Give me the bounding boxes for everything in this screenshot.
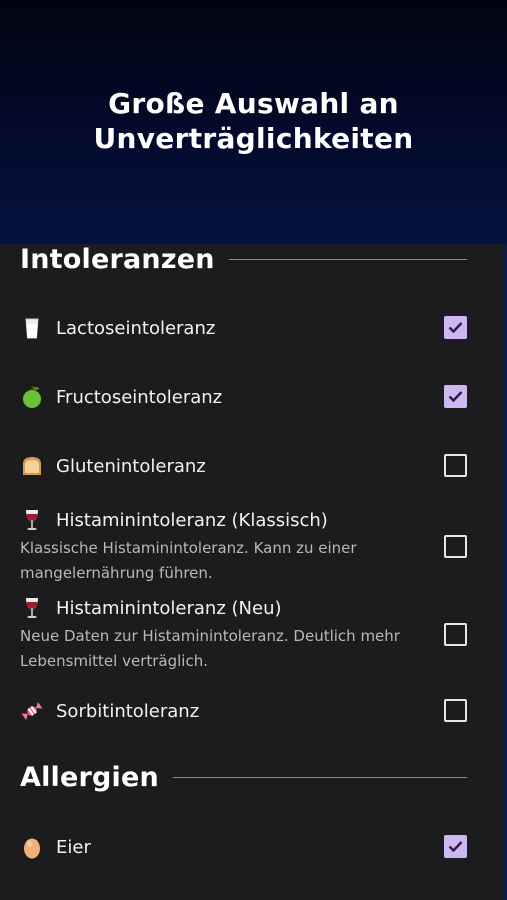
milk-glass-icon: [20, 316, 44, 340]
list-item-eggs[interactable]: Eier: [20, 835, 467, 859]
list-item-fructose[interactable]: Fructoseintoleranz: [20, 385, 467, 409]
candy-icon: [20, 699, 44, 723]
checkbox[interactable]: [444, 623, 467, 646]
item-label: Sorbitintoleranz: [56, 700, 200, 722]
section-divider: [172, 777, 467, 778]
hero-title: Große Auswahl an Unverträglichkeiten: [0, 86, 507, 156]
section-header-allergien: Allergien: [20, 762, 467, 793]
list-item-sorbitol[interactable]: Sorbitintoleranz: [20, 699, 467, 723]
section-title: Allergien: [20, 762, 159, 793]
item-label: Lactoseintoleranz: [56, 317, 216, 339]
egg-icon: [20, 835, 44, 859]
section-header-intoleranzen: Intoleranzen: [20, 244, 467, 275]
hero-banner: Große Auswahl an Unverträglichkeiten: [0, 0, 507, 244]
wine-glass-icon: [20, 508, 44, 532]
list-item-gluten[interactable]: Glutenintoleranz: [20, 454, 467, 478]
item-label: Glutenintoleranz: [56, 455, 206, 477]
item-label: Eier: [56, 836, 91, 858]
wine-glass-icon: [20, 596, 44, 620]
green-apple-icon: [20, 385, 44, 409]
checkbox[interactable]: [444, 699, 467, 722]
checkbox[interactable]: [444, 454, 467, 477]
item-label: Histaminintoleranz (Neu): [56, 597, 282, 619]
item-description: Klassische Histaminintoleranz. Kann zu e…: [20, 539, 357, 582]
list-item-histamine-classic[interactable]: Histaminintoleranz (Klassisch) Klassisch…: [20, 508, 467, 586]
checkbox[interactable]: [444, 316, 467, 339]
settings-panel[interactable]: Intoleranzen Lactoseintoleranz Fructosei…: [0, 244, 503, 900]
item-description: Neue Daten zur Histaminintoleranz. Deutl…: [20, 627, 400, 670]
bread-icon: [20, 454, 44, 478]
item-label: Fructoseintoleranz: [56, 386, 223, 408]
hero-title-line-1: Große Auswahl an: [108, 87, 399, 120]
checkbox[interactable]: [444, 835, 467, 858]
section-title: Intoleranzen: [20, 244, 215, 275]
item-label: Histaminintoleranz (Klassisch): [56, 509, 328, 531]
panel-edge: [503, 244, 507, 900]
checkbox[interactable]: [444, 385, 467, 408]
section-divider: [228, 259, 467, 260]
list-item-histamine-new[interactable]: Histaminintoleranz (Neu) Neue Daten zur …: [20, 596, 467, 674]
list-item-lactose[interactable]: Lactoseintoleranz: [20, 316, 467, 340]
hero-title-line-2: Unverträglichkeiten: [93, 122, 414, 155]
checkbox[interactable]: [444, 535, 467, 558]
